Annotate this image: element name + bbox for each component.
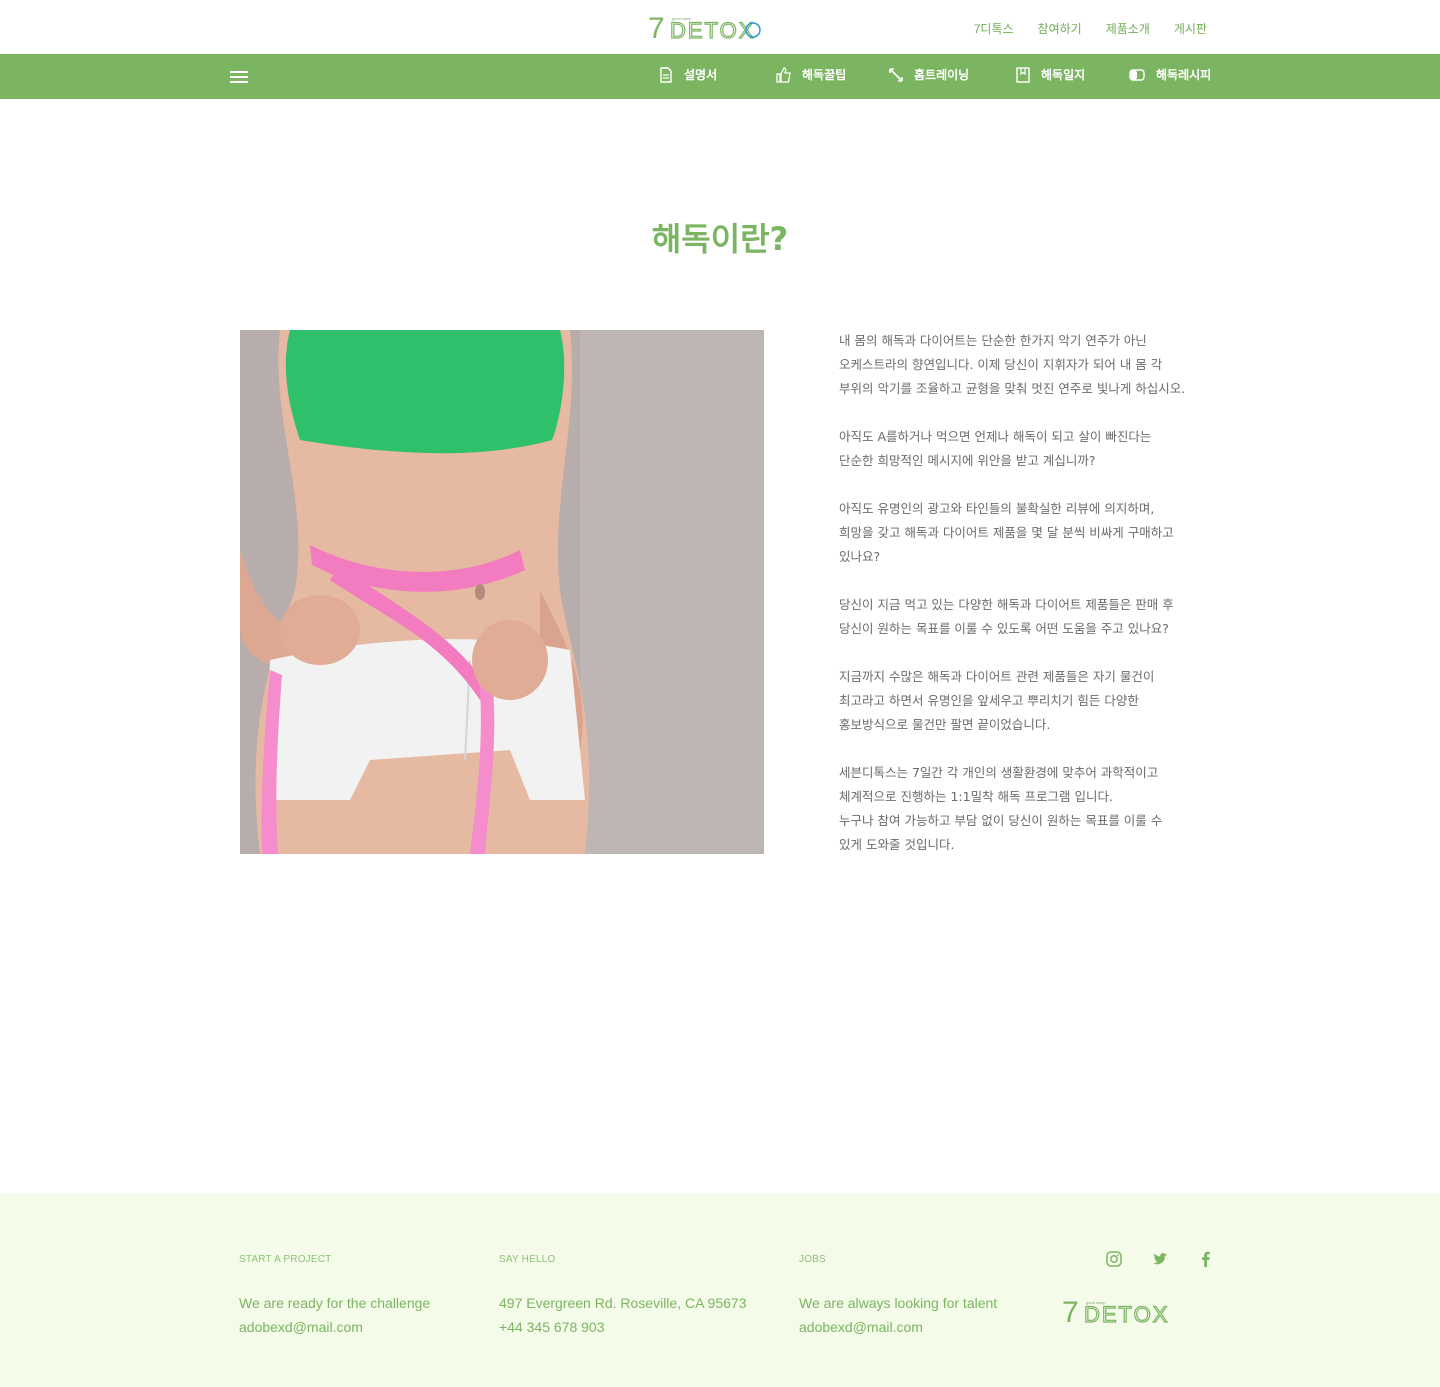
paragraph: 당신이 지금 먹고 있는 다양한 해독과 다이어트 제품들은 판매 후 당신이 … — [839, 597, 1174, 636]
sub-nav-label: 설명서 — [684, 68, 718, 82]
paragraph: 세븐디톡스는 7일간 각 개인의 생활환경에 맞추어 과학적이고 체계적으로 진… — [839, 765, 1163, 852]
thumbs-up-icon — [776, 66, 791, 83]
hero-photo — [240, 330, 764, 854]
footer-col-jobs: JOBS We are always looking for talent ad… — [799, 1254, 997, 1339]
sub-nav-manual[interactable]: 설명서 — [658, 66, 717, 83]
footer-heading: JOBS — [799, 1254, 826, 1265]
sub-nav-label: 해독일지 — [1041, 68, 1086, 82]
sub-nav-label: 해독꿀팁 — [802, 68, 847, 82]
footer-text: We are ready for the challenge — [239, 1295, 431, 1311]
bookmark-icon — [1016, 66, 1030, 83]
page-title: 해독이란? — [651, 220, 789, 258]
footer-heading: SAY HELLO — [499, 1254, 556, 1265]
sub-nav-journal[interactable]: 해독일지 — [1015, 66, 1085, 83]
top-nav-join[interactable]: 참여하기 — [1038, 20, 1082, 37]
paragraph: 지금까지 수많은 해독과 다이어트 관련 제품들은 자기 물건이 최고라고 하면… — [839, 669, 1155, 732]
sub-nav-bar — [0, 54, 1440, 99]
svg-text:good sleep: good sleep — [672, 16, 692, 21]
footer-heading: START A PROJECT — [239, 1254, 332, 1265]
top-nav: 7디톡스 참여하기 제품소개 게시판 — [974, 20, 1207, 37]
footer-email-link[interactable]: adobexd@mail.com — [799, 1315, 997, 1339]
paragraph: 아직도 A를하거나 먹으면 언제나 해독이 되고 살이 빠진다는 단순한 희망적… — [839, 429, 1152, 468]
footer-text: We are always looking for talent — [799, 1295, 998, 1311]
brand-logo[interactable]: 7 DETOX good sleep — [648, 14, 792, 40]
sub-nav-recipes[interactable]: 해독레시피 — [1128, 66, 1211, 83]
footer-phone[interactable]: +44 345 678 903 — [499, 1315, 746, 1339]
hamburger-menu-icon[interactable] — [230, 71, 248, 83]
footer-col-hello: SAY HELLO 497 Evergreen Rd. Roseville, C… — [499, 1254, 746, 1339]
expand-arrows-icon — [889, 67, 903, 82]
footer-col-project: START A PROJECT We are ready for the cha… — [239, 1254, 430, 1339]
svg-text:7: 7 — [1062, 1298, 1079, 1324]
social-links — [1105, 1250, 1215, 1268]
document-icon — [660, 66, 672, 83]
waist-measure-illustration — [240, 330, 764, 854]
intro-text: 내 몸의 해독과 다이어트는 단순한 한가지 악기 연주가 아닌 오케스트라의 … — [839, 329, 1219, 881]
paragraph: 아직도 유명인의 광고와 타인들의 불확실한 리뷰에 의지하며, 희망을 갖고 … — [839, 501, 1174, 564]
facebook-icon[interactable] — [1197, 1250, 1215, 1268]
twitter-icon[interactable] — [1151, 1250, 1169, 1268]
instagram-icon[interactable] — [1105, 1250, 1123, 1268]
top-nav-products[interactable]: 제품소개 — [1106, 20, 1150, 37]
footer-logo[interactable]: 7 DETOX good sleep — [1062, 1298, 1206, 1324]
footer-email-link[interactable]: adobexd@mail.com — [239, 1315, 430, 1339]
paragraph: 내 몸의 해독과 다이어트는 단순한 한가지 악기 연주가 아닌 오케스트라의 … — [839, 333, 1186, 396]
sub-nav-label: 해독레시피 — [1156, 68, 1212, 82]
sub-nav-home-training[interactable]: 홈트레이닝 — [888, 66, 969, 83]
logo-mark: 7 DETOX good sleep — [1062, 1298, 1169, 1324]
svg-text:good sleep: good sleep — [1086, 1300, 1106, 1305]
svg-text:DETOX: DETOX — [1084, 1302, 1169, 1324]
footer-address: 497 Evergreen Rd. Roseville, CA 95673 — [499, 1295, 747, 1311]
top-nav-board[interactable]: 게시판 — [1174, 20, 1207, 37]
toggle-icon — [1129, 68, 1145, 81]
svg-text:DETOX: DETOX — [670, 18, 755, 40]
top-nav-7detox[interactable]: 7디톡스 — [974, 20, 1014, 37]
logo-mark: 7 DETOX good sleep — [648, 14, 761, 40]
sub-nav-tips[interactable]: 해독꿀팁 — [776, 66, 846, 83]
svg-text:7: 7 — [648, 14, 665, 40]
sub-nav-label: 홈트레이닝 — [914, 68, 970, 82]
